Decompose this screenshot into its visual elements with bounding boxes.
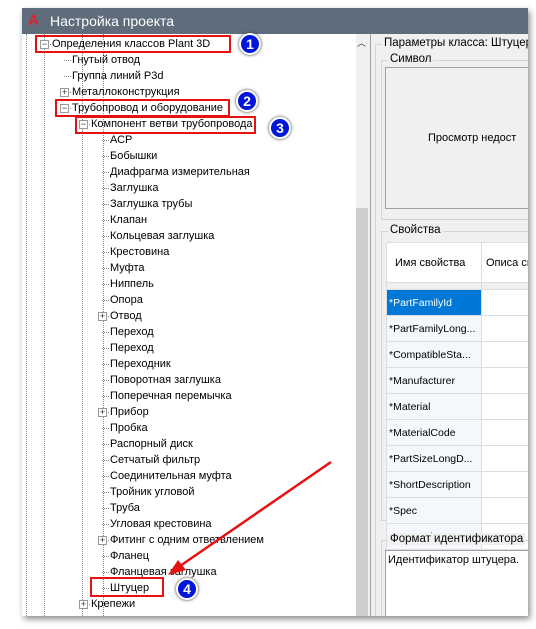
step-badge-2: 2 — [236, 90, 258, 112]
step-badge-4: 4 — [176, 578, 198, 600]
step-badge-1: 1 — [239, 33, 261, 55]
step-badge-3: 3 — [269, 117, 291, 139]
pointer-arrow — [168, 460, 332, 575]
